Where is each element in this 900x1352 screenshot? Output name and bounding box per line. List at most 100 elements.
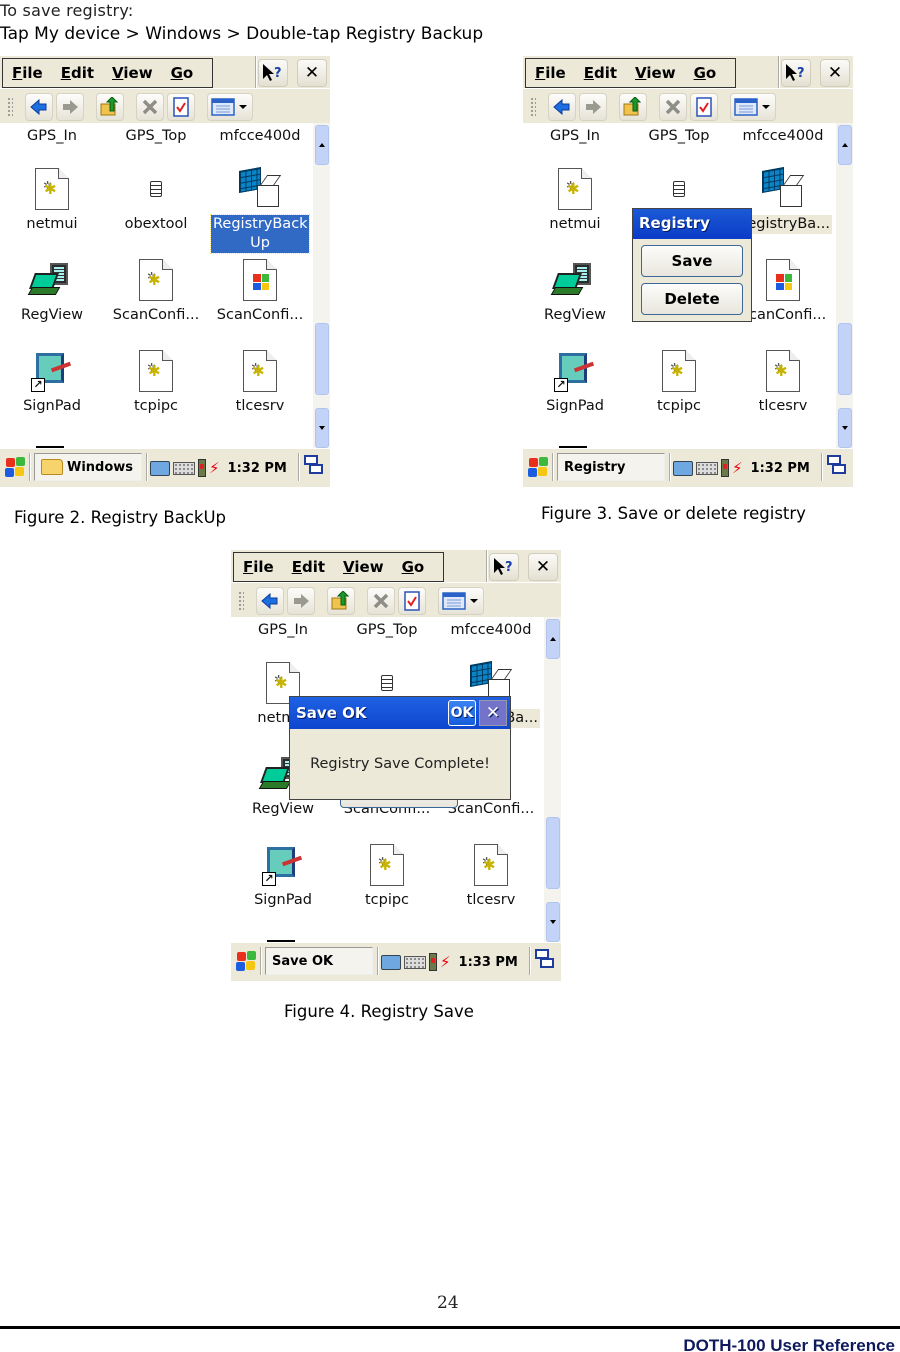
file-item[interactable]: ✲ ✱ tcpipc: [104, 349, 208, 416]
switch-windows-button[interactable]: [304, 455, 324, 477]
file-item[interactable]: obextool: [104, 167, 208, 234]
properties-button[interactable]: [690, 93, 718, 121]
file-item[interactable]: GPS_In: [0, 127, 104, 146]
connection-icon[interactable]: [673, 460, 693, 476]
close-window-button[interactable]: ✕: [297, 59, 327, 87]
menu-file[interactable]: File: [234, 558, 283, 576]
properties-button[interactable]: [167, 93, 195, 121]
vertical-scrollbar[interactable]: [313, 123, 330, 448]
switch-windows-button[interactable]: [535, 949, 555, 971]
connection-icon[interactable]: [150, 460, 170, 476]
forward-button[interactable]: [287, 587, 315, 615]
scroll-down-button[interactable]: [315, 408, 329, 448]
file-item[interactable]: ✲ ✱ tlcesrv: [439, 843, 543, 910]
battery-icon[interactable]: [198, 459, 206, 477]
file-item[interactable]: mfcce400d: [208, 127, 312, 146]
taskbar-window-button[interactable]: Save OK: [265, 947, 373, 975]
file-item[interactable]: mfcce400d: [731, 127, 835, 146]
start-button[interactable]: [4, 456, 26, 478]
toolbar-grip[interactable]: [7, 97, 13, 117]
file-item[interactable]: ✲ ✱ tlcesrv: [731, 349, 835, 416]
file-item[interactable]: ↗ SignPad: [231, 843, 335, 910]
file-item[interactable]: ✲ ✱ netmui: [523, 167, 627, 234]
scroll-thumb[interactable]: [546, 817, 560, 889]
help-button[interactable]: ?: [258, 59, 288, 87]
menu-view[interactable]: View: [626, 64, 685, 82]
back-button[interactable]: [256, 587, 284, 615]
view-menu-button[interactable]: [730, 93, 776, 121]
keyboard-icon[interactable]: [696, 461, 718, 475]
delete-button[interactable]: [367, 587, 395, 615]
connection-icon[interactable]: [381, 954, 401, 970]
file-item[interactable]: GPS_Top: [627, 127, 731, 146]
scroll-down-button[interactable]: [838, 408, 852, 448]
up-folder-button[interactable]: [96, 93, 124, 121]
menu-file[interactable]: File: [3, 64, 52, 82]
forward-button[interactable]: [56, 93, 84, 121]
file-item[interactable]: GPS_In: [523, 127, 627, 146]
menu-edit[interactable]: Edit: [283, 558, 334, 576]
file-item[interactable]: mfcce400d: [439, 621, 543, 640]
delete-button[interactable]: [136, 93, 164, 121]
scroll-up-button[interactable]: [838, 125, 852, 165]
up-folder-button[interactable]: [327, 587, 355, 615]
menu-edit[interactable]: Edit: [52, 64, 103, 82]
file-item[interactable]: ↗ SignPad: [0, 349, 104, 416]
toolbar-grip[interactable]: [238, 591, 244, 611]
switch-windows-button[interactable]: [827, 455, 847, 477]
close-window-button[interactable]: ✕: [820, 59, 850, 87]
file-item[interactable]: ✲ ✱ tlcesrv: [208, 349, 312, 416]
start-button[interactable]: [527, 456, 549, 478]
help-button[interactable]: ?: [781, 59, 811, 87]
file-item[interactable]: GPS_Top: [335, 621, 439, 640]
menu-file[interactable]: File: [526, 64, 575, 82]
scroll-thumb[interactable]: [315, 323, 329, 395]
clock[interactable]: 1:32 PM: [228, 461, 287, 476]
menu-view[interactable]: View: [103, 64, 162, 82]
battery-icon[interactable]: [721, 459, 729, 477]
file-item[interactable]: ✲ ✱ tcpipc: [335, 843, 439, 910]
clock[interactable]: 1:32 PM: [751, 461, 810, 476]
view-menu-button[interactable]: [438, 587, 484, 615]
save-button[interactable]: Save: [641, 245, 743, 277]
taskbar-window-button[interactable]: Registry: [557, 453, 665, 481]
menu-view[interactable]: View: [334, 558, 393, 576]
scroll-up-button[interactable]: [546, 619, 560, 659]
dialog-close-button[interactable]: ✕: [479, 700, 507, 726]
up-folder-button[interactable]: [619, 93, 647, 121]
scroll-thumb[interactable]: [838, 323, 852, 395]
battery-icon[interactable]: [429, 953, 437, 971]
back-button[interactable]: [548, 93, 576, 121]
start-button[interactable]: [235, 950, 257, 972]
file-item[interactable]: ScanConfi...: [208, 258, 312, 325]
file-item[interactable]: ✲✱ ScanConfi...: [104, 258, 208, 325]
file-item[interactable]: RegView: [0, 258, 104, 325]
clock[interactable]: 1:33 PM: [459, 955, 518, 970]
forward-button[interactable]: [579, 93, 607, 121]
help-button[interactable]: ?: [489, 553, 519, 581]
back-button[interactable]: [25, 93, 53, 121]
file-item[interactable]: ✲ ✱ netmui: [0, 167, 104, 234]
menu-go[interactable]: Go: [162, 64, 203, 82]
keyboard-icon[interactable]: [404, 955, 426, 969]
file-item[interactable]: ✲ ✱ tcpipc: [627, 349, 731, 416]
menu-go[interactable]: Go: [685, 64, 726, 82]
menu-go[interactable]: Go: [393, 558, 434, 576]
taskbar-window-button[interactable]: Windows: [34, 453, 142, 481]
file-item[interactable]: RegistryBack Up: [208, 167, 312, 254]
file-item[interactable]: ↗ SignPad: [523, 349, 627, 416]
scroll-up-button[interactable]: [315, 125, 329, 165]
close-window-button[interactable]: ✕: [528, 553, 558, 581]
menu-edit[interactable]: Edit: [575, 64, 626, 82]
delete-button[interactable]: [659, 93, 687, 121]
vertical-scrollbar[interactable]: [544, 617, 561, 942]
view-menu-button[interactable]: [207, 93, 253, 121]
file-item[interactable]: GPS_In: [231, 621, 335, 640]
properties-button[interactable]: [398, 587, 426, 615]
ok-button[interactable]: OK: [448, 700, 476, 726]
scroll-down-button[interactable]: [546, 902, 560, 942]
delete-button[interactable]: Delete: [641, 283, 743, 315]
toolbar-grip[interactable]: [530, 97, 536, 117]
file-item[interactable]: RegView: [523, 258, 627, 325]
keyboard-icon[interactable]: [173, 461, 195, 475]
